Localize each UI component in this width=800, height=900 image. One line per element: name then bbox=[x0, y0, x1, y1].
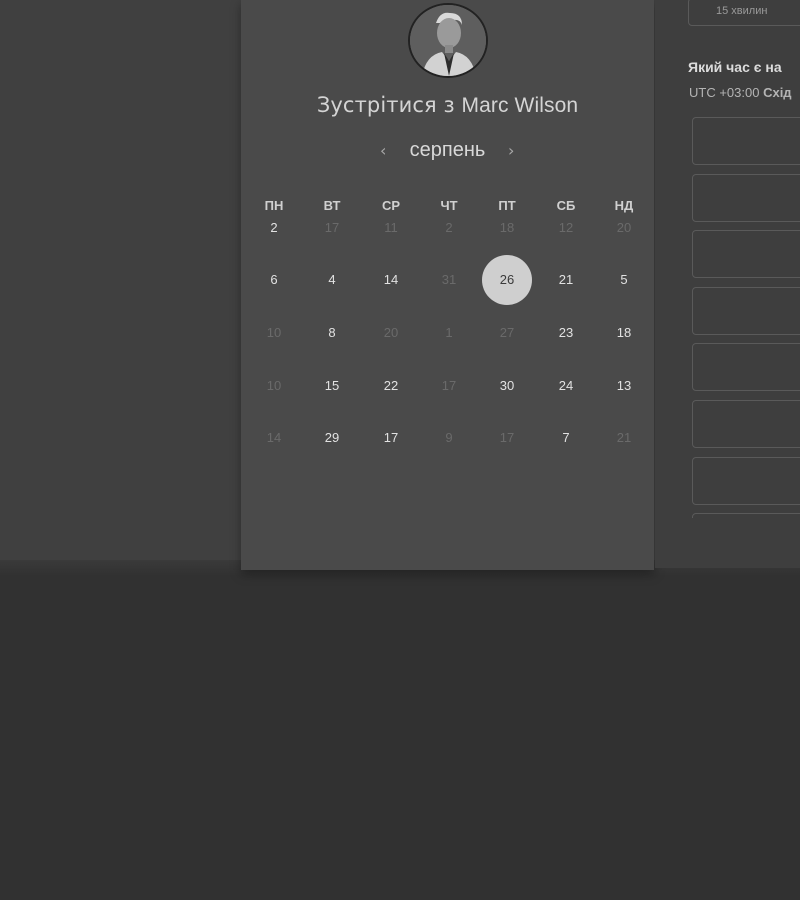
calendar-day: 20 bbox=[616, 220, 632, 235]
time-question-heading: Який час є на bbox=[688, 59, 782, 75]
calendar-panel: Зустрітися з Marc Wilson ‹ серпень › ПН … bbox=[241, 0, 654, 570]
calendar-day: 1 bbox=[445, 325, 453, 340]
calendar-day: 17 bbox=[499, 430, 515, 445]
time-slot-button[interactable] bbox=[692, 286, 800, 335]
calendar-day: 14 bbox=[266, 430, 282, 445]
calendar-day: 9 bbox=[445, 430, 453, 445]
calendar-day[interactable]: 2 bbox=[249, 203, 299, 253]
calendar-day[interactable]: 30 bbox=[482, 361, 532, 411]
calendar-day: 31 bbox=[441, 272, 457, 287]
calendar-day: 2 bbox=[445, 220, 453, 235]
calendar-day: 10 bbox=[266, 325, 282, 340]
calendar-day: 18 bbox=[499, 220, 515, 235]
calendar-day[interactable]: 6 bbox=[249, 255, 299, 305]
time-slot-list bbox=[692, 117, 800, 518]
calendar-day[interactable]: 22 bbox=[366, 361, 416, 411]
time-slot-button[interactable] bbox=[692, 399, 800, 448]
calendar-day: 20 bbox=[383, 325, 399, 340]
calendar-day[interactable]: 14 bbox=[366, 255, 416, 305]
calendar-day[interactable]: 17 bbox=[366, 413, 416, 463]
calendar-day[interactable]: 21 bbox=[541, 255, 591, 305]
booking-page: Зустрітися з Marc Wilson ‹ серпень › ПН … bbox=[0, 0, 800, 900]
calendar-day[interactable]: 24 bbox=[541, 361, 591, 411]
calendar-day-selected[interactable]: 26 bbox=[482, 255, 532, 305]
meeting-title: Зустрітися з Marc Wilson bbox=[241, 93, 654, 118]
host-name: Marc Wilson bbox=[461, 94, 579, 117]
calendar-day[interactable]: 5 bbox=[599, 255, 649, 305]
month-label: серпень bbox=[409, 139, 486, 161]
calendar-day: 27 bbox=[499, 325, 515, 340]
calendar-day[interactable]: 23 bbox=[541, 308, 591, 358]
time-selection-panel: 15 хвилин Який час є на UTC +03:00 Схід bbox=[655, 0, 800, 568]
person-avatar-icon bbox=[410, 5, 486, 76]
timezone-name: Схід bbox=[763, 85, 792, 100]
calendar-day[interactable]: 4 bbox=[307, 255, 357, 305]
timezone-selector[interactable]: UTC +03:00 Схід bbox=[689, 85, 792, 100]
month-navigation: ‹ серпень › bbox=[241, 139, 654, 169]
calendar-day[interactable]: 7 bbox=[541, 413, 591, 463]
calendar-day: 17 bbox=[324, 220, 340, 235]
calendar-day[interactable]: 29 bbox=[307, 413, 357, 463]
duration-label: 15 хвилин bbox=[716, 5, 768, 17]
time-slot-button[interactable] bbox=[692, 230, 800, 279]
time-slot-button[interactable] bbox=[692, 117, 800, 165]
time-slot-button[interactable] bbox=[692, 343, 800, 392]
duration-chip[interactable]: 15 хвилин bbox=[688, 0, 800, 26]
timezone-offset: UTC +03:00 bbox=[689, 85, 760, 100]
calendar-day[interactable]: 8 bbox=[307, 308, 357, 358]
calendar-day[interactable]: 13 bbox=[599, 361, 649, 411]
time-slot-button[interactable] bbox=[692, 456, 800, 505]
time-slot-button[interactable] bbox=[692, 173, 800, 222]
calendar-day: 11 bbox=[384, 220, 398, 235]
title-prefix: Зустрітися з bbox=[316, 93, 462, 117]
calendar-day: 21 bbox=[616, 430, 632, 445]
chevron-right-icon[interactable]: › bbox=[508, 141, 514, 160]
time-slot-button[interactable] bbox=[692, 513, 800, 518]
calendar-day: 17 bbox=[441, 378, 457, 393]
calendar-day: 10 bbox=[266, 378, 282, 393]
calendar-day[interactable]: 15 bbox=[307, 361, 357, 411]
host-avatar bbox=[408, 3, 488, 78]
calendar-day: 12 bbox=[558, 220, 574, 235]
calendar-day[interactable]: 18 bbox=[599, 308, 649, 358]
